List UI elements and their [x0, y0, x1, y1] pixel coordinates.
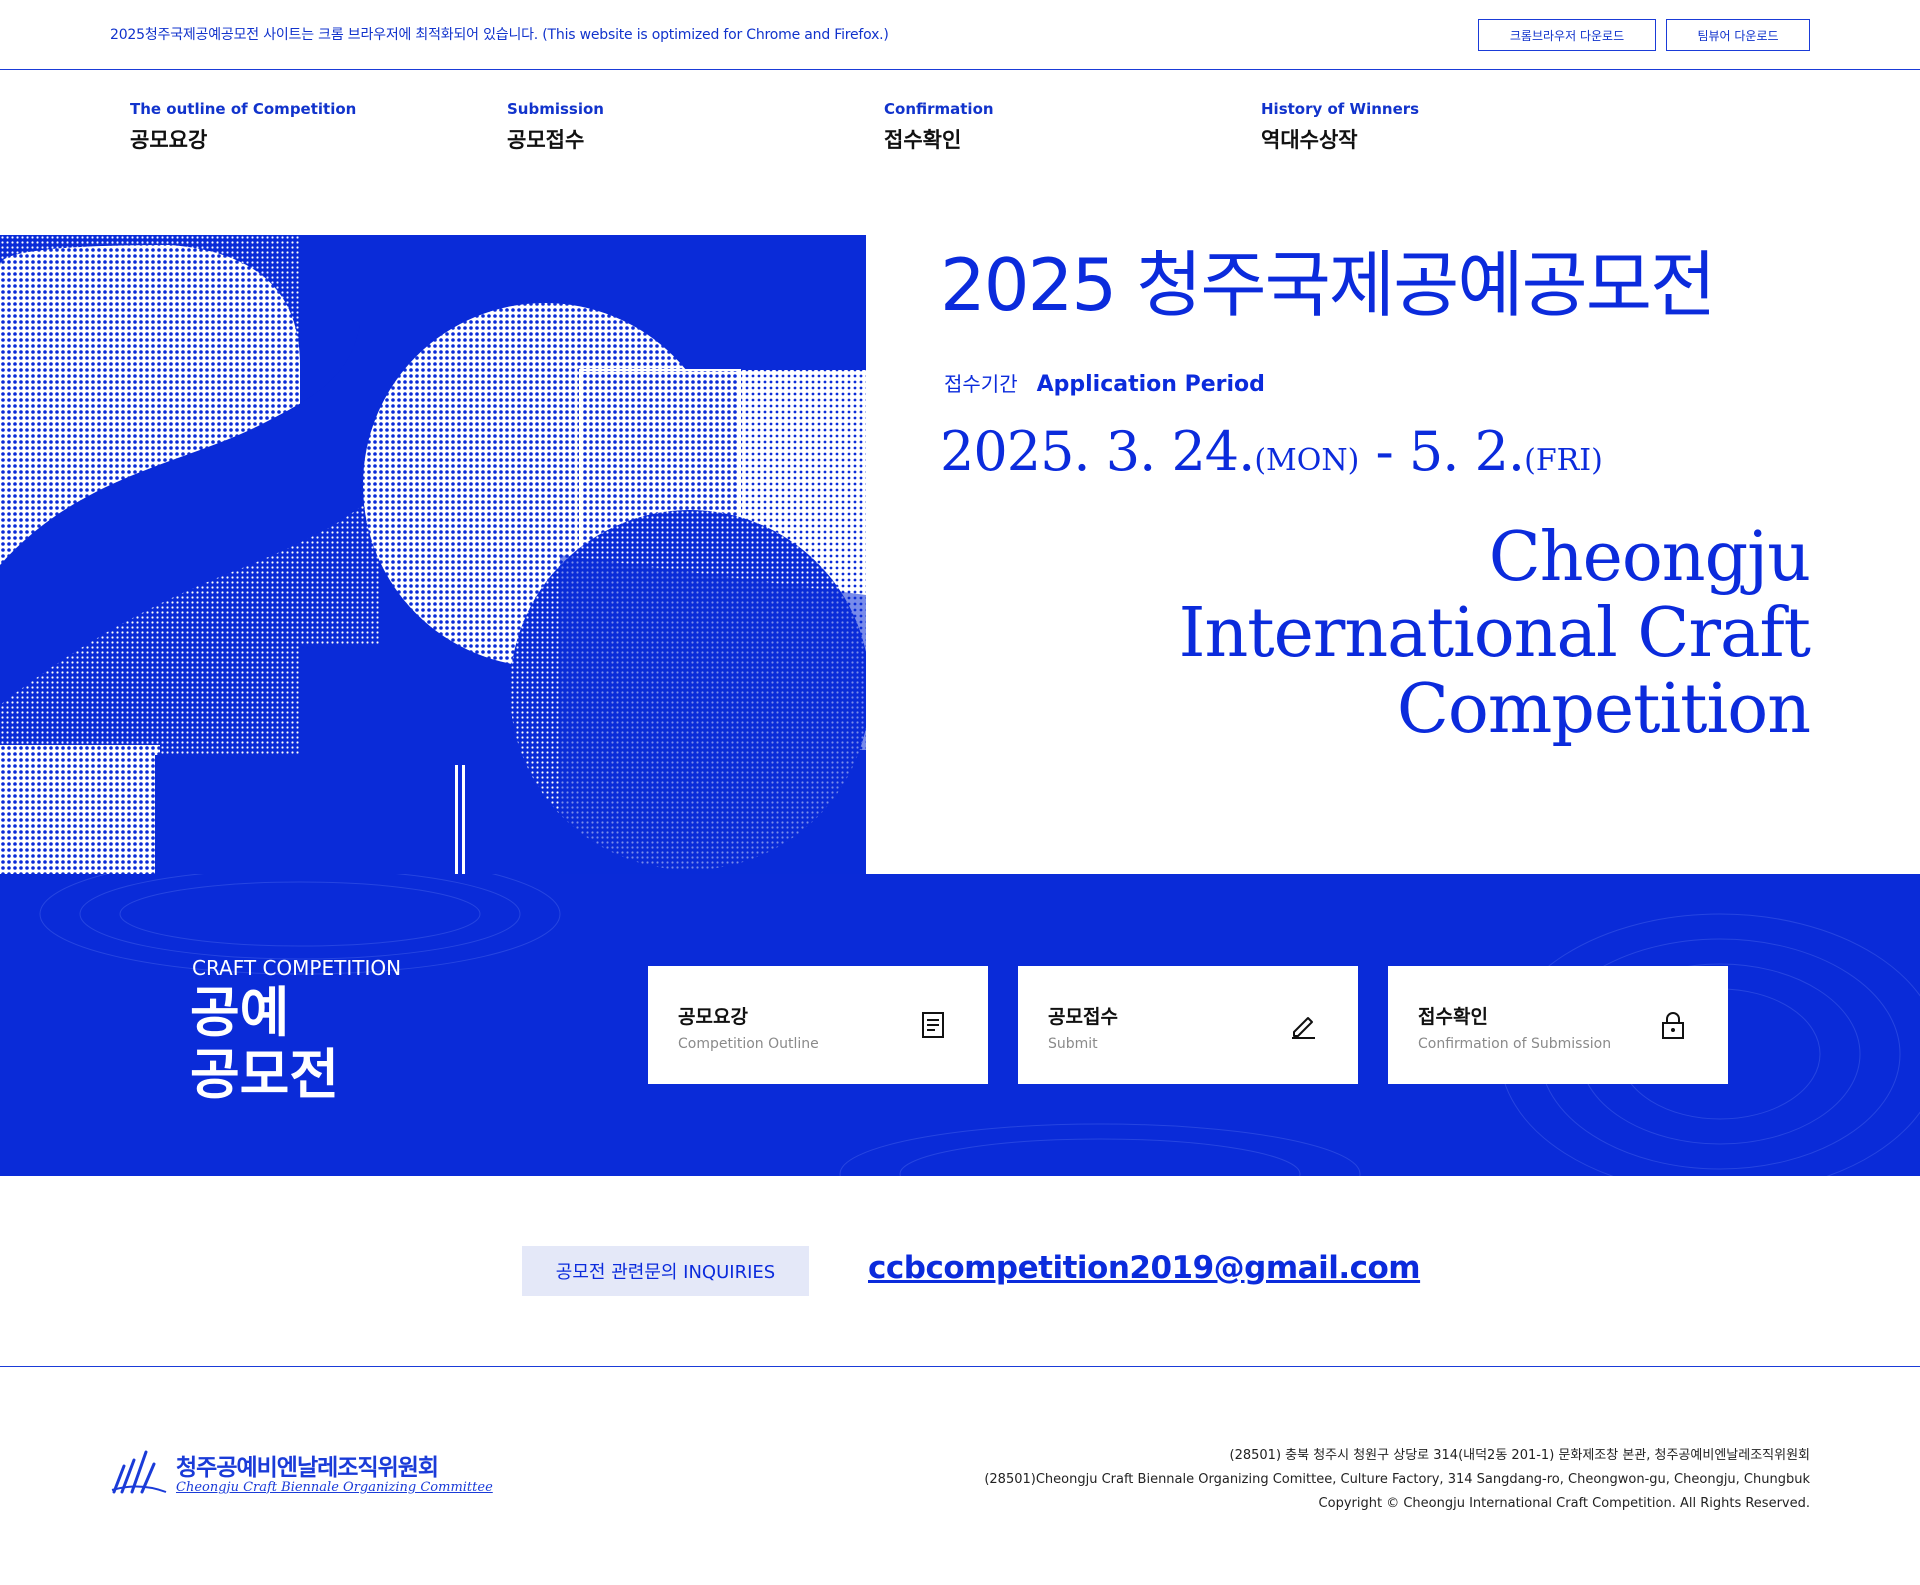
logo-mark-icon	[111, 1450, 167, 1494]
nav-item-ko-label: 접수확인	[884, 128, 962, 152]
nav-item-ko-label: 공모접수	[507, 128, 585, 152]
lock-icon	[1662, 1012, 1684, 1039]
date-separator: -	[1359, 420, 1409, 483]
nav-item-submission[interactable]: Submission 공모접수	[507, 100, 807, 154]
document-icon	[922, 1012, 944, 1038]
card-subtitle: Competition Outline	[678, 1036, 819, 1052]
card-title: 접수확인	[1418, 1006, 1488, 1028]
pencil-icon	[1292, 1017, 1315, 1039]
application-period-dates: 2025. 3. 24.(MON) - 5. 2.(FRI)	[940, 420, 1603, 483]
application-period-label: 접수기간 Application Period	[944, 368, 1265, 397]
nav-item-outline[interactable]: The outline of Competition 공모요강	[130, 100, 430, 154]
footer-divider	[0, 1366, 1920, 1367]
hero-english-title: Cheongju International Craft Competition	[1178, 518, 1811, 749]
band-title: 공예 공모전	[190, 982, 339, 1106]
hero-en-line: International Craft	[1178, 594, 1811, 673]
main-nav: The outline of Competition 공모요강 Submissi…	[0, 100, 1920, 160]
start-date: 2025. 3. 24.	[940, 420, 1255, 483]
card-competition-outline[interactable]: 공모요강 Competition Outline	[648, 966, 988, 1084]
footer-logo[interactable]: 청주공예비엔날레조직위원회 Cheongju Craft Biennale Or…	[110, 1446, 493, 1500]
card-submit[interactable]: 공모접수 Submit	[1018, 966, 1358, 1084]
band-title-line: 공모전	[190, 1043, 340, 1106]
nav-item-winners[interactable]: History of Winners 역대수상작	[1261, 100, 1561, 154]
hero-artwork	[0, 235, 866, 875]
band-title-line: 공예	[190, 981, 290, 1044]
nav-item-ko-label: 역대수상작	[1261, 128, 1358, 152]
start-day: (MON)	[1254, 443, 1360, 478]
notice-bar: 2025청주국제공예공모전 사이트는 크롬 브라우저에 최적화되어 있습니다. …	[0, 0, 1920, 70]
card-confirmation[interactable]: 접수확인 Confirmation of Submission	[1388, 966, 1728, 1084]
nav-item-ko-label: 공모요강	[130, 128, 208, 152]
logo-text-ko: 청주공예비엔날레조직위원회	[176, 1454, 439, 1481]
nav-item-confirmation[interactable]: Confirmation 접수확인	[884, 100, 1184, 154]
inquiry-label: 공모전 관련문의 INQUIRIES	[522, 1246, 809, 1296]
footer-address-en: (28501)Cheongju Craft Biennale Organizin…	[984, 1472, 1810, 1487]
nav-item-en-label: The outline of Competition	[130, 100, 357, 118]
end-day: (FRI)	[1524, 443, 1603, 478]
hero-title: 2025 청주국제공예공모전	[940, 243, 1716, 327]
card-title: 공모요강	[678, 1006, 748, 1028]
nav-item-en-label: History of Winners	[1261, 100, 1420, 118]
hero-en-line: Competition	[1396, 670, 1811, 749]
hero-en-line: Cheongju	[1488, 518, 1811, 597]
footer-copyright: Copyright © Cheongju International Craft…	[1318, 1496, 1810, 1511]
card-subtitle: Confirmation of Submission	[1418, 1036, 1612, 1052]
card-subtitle: Submit	[1048, 1036, 1098, 1052]
craft-competition-band: CRAFT COMPETITION 공예 공모전 공모요강 Competitio…	[0, 874, 1920, 1176]
card-title: 공모접수	[1048, 1006, 1118, 1028]
period-label-ko: 접수기간	[944, 372, 1018, 396]
footer-address-ko: (28501) 충북 청주시 청원구 상당로 314(내덕2동 201-1) 문…	[1229, 1448, 1810, 1463]
footer-info: (28501) 충북 청주시 청원구 상당로 314(내덕2동 201-1) 문…	[984, 1444, 1810, 1516]
band-eyebrow: CRAFT COMPETITION	[192, 956, 402, 980]
end-date: 5. 2.	[1408, 420, 1525, 483]
chrome-download-button[interactable]: 크롬브라우저 다운로드	[1478, 19, 1656, 51]
browser-notice: 2025청주국제공예공모전 사이트는 크롬 브라우저에 최적화되어 있습니다. …	[110, 27, 889, 43]
inquiry-email-link[interactable]: ccbcompetition2019@gmail.com	[868, 1250, 1421, 1286]
teamviewer-download-button[interactable]: 팀뷰어 다운로드	[1666, 19, 1810, 51]
logo-text-en: Cheongju Craft Biennale Organizing Commi…	[176, 1480, 493, 1495]
nav-item-en-label: Submission	[507, 100, 604, 118]
nav-item-en-label: Confirmation	[884, 100, 994, 118]
period-label-en: Application Period	[1036, 372, 1265, 397]
